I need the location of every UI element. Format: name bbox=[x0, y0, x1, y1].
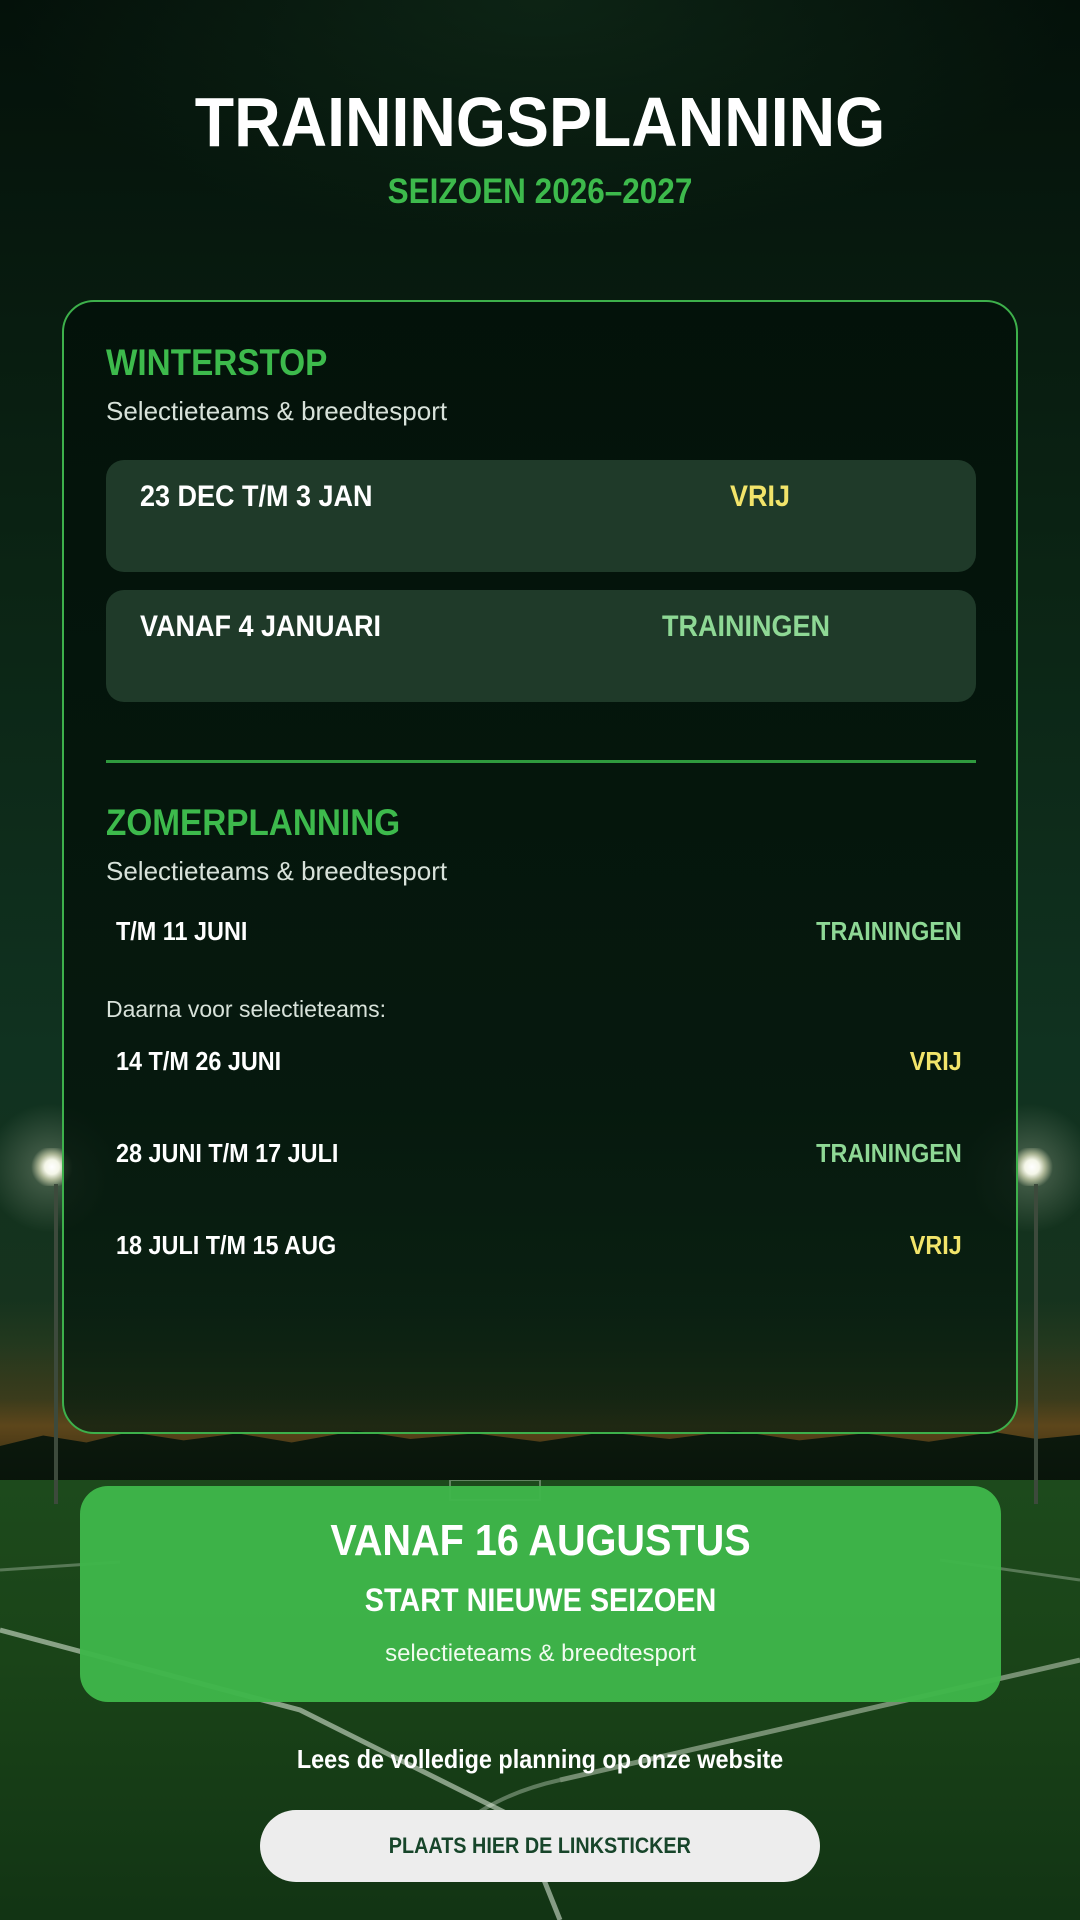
row-status: VRIJ bbox=[909, 1230, 962, 1260]
period-status: TRAININGEN bbox=[662, 610, 831, 643]
zomer-row: 14 T/M 26 JUNI VRIJ bbox=[116, 1046, 962, 1086]
zomer-row: 18 JULI T/M 15 AUG VRIJ bbox=[116, 1230, 962, 1270]
selectieteams-note: Daarna voor selectieteams: bbox=[106, 996, 386, 1022]
start-headline: START NIEUWE SEIZOEN bbox=[364, 1582, 717, 1618]
winterstop-period-2: VANAF 4 JANUARI TRAININGEN bbox=[106, 590, 976, 702]
page-title: TRAININGSPLANNING bbox=[194, 83, 886, 161]
winterstop-subtitle: Selectieteams & breedtesport bbox=[106, 396, 448, 426]
link-sticker-button[interactable]: PLAATS HIER DE LINKSTICKER bbox=[260, 1810, 820, 1882]
row-status: TRAININGEN bbox=[816, 916, 962, 946]
website-note: Lees de volledige planning op onze websi… bbox=[296, 1744, 784, 1774]
zomerplanning-title: ZOMERPLANNING bbox=[106, 802, 401, 843]
schedule-card: WINTERSTOP Selectieteams & breedtesport … bbox=[62, 300, 1018, 1434]
row-date: 18 JULI T/M 15 AUG bbox=[116, 1230, 337, 1260]
zomerplanning-subtitle: Selectieteams & breedtesport bbox=[106, 856, 448, 886]
season-start-banner: VANAF 16 AUGUSTUS START NIEUWE SEIZOEN s… bbox=[80, 1486, 1001, 1702]
row-date: T/M 11 JUNI bbox=[116, 916, 248, 946]
period-status: VRIJ bbox=[730, 480, 791, 513]
winterstop-period-1: 23 DEC T/M 3 JAN VRIJ bbox=[106, 460, 976, 572]
season-subtitle: SEIZOEN 2026–2027 bbox=[387, 172, 693, 211]
zomer-row-first: T/M 11 JUNI TRAININGEN bbox=[116, 916, 962, 956]
row-status: TRAININGEN bbox=[816, 1138, 962, 1168]
start-date: VANAF 16 AUGUSTUS bbox=[330, 1516, 751, 1565]
period-date: VANAF 4 JANUARI bbox=[140, 610, 382, 643]
section-divider bbox=[106, 760, 976, 763]
start-subtitle: selectieteams & breedtesport bbox=[385, 1640, 696, 1667]
winterstop-title: WINTERSTOP bbox=[106, 342, 328, 383]
period-date: 23 DEC T/M 3 JAN bbox=[140, 480, 373, 513]
row-date: 28 JUNI T/M 17 JULI bbox=[116, 1138, 339, 1168]
link-sticker-label: PLAATS HIER DE LINKSTICKER bbox=[388, 1833, 692, 1858]
row-status: VRIJ bbox=[909, 1046, 962, 1076]
story-page: TRAININGSPLANNING SEIZOEN 2026–2027 WINT… bbox=[0, 0, 1080, 1920]
zomer-row: 28 JUNI T/M 17 JULI TRAININGEN bbox=[116, 1138, 962, 1178]
row-date: 14 T/M 26 JUNI bbox=[116, 1046, 282, 1076]
